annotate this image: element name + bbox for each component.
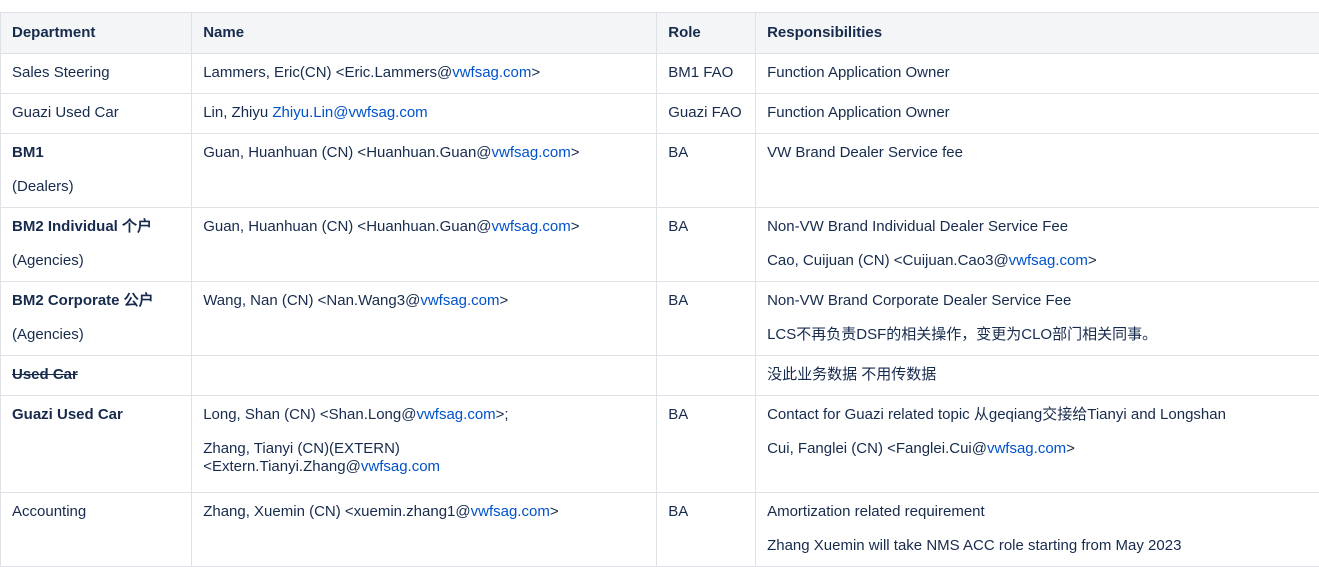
table-row: Guazi Used Car Lin, Zhiyu Zhiyu.Lin@vwfs…: [1, 94, 1319, 134]
email-link[interactable]: Zhiyu.Lin@vwfsag.com: [272, 104, 427, 121]
name-cell: Wang, Nan (CN) <Nan.Wang3@vwfsag.com>: [192, 282, 657, 356]
name-cell: Guan, Huanhuan (CN) <Huanhuan.Guan@vwfsa…: [192, 208, 657, 282]
department-cell: BM1 (Dealers): [1, 134, 192, 208]
email-link[interactable]: vwfsag.com: [361, 458, 440, 475]
department-cell: BM2 Individual 个户 (Agencies): [1, 208, 192, 282]
table-row: BM2 Corporate 公户 (Agencies) Wang, Nan (C…: [1, 282, 1319, 356]
responsibilities-cell: Function Application Owner: [756, 94, 1319, 134]
email-link[interactable]: vwfsag.com: [452, 64, 531, 81]
name-cell: Lin, Zhiyu Zhiyu.Lin@vwfsag.com: [192, 94, 657, 134]
name-cell: [192, 356, 657, 396]
role-cell: [657, 356, 756, 396]
department-cell: Used Car: [1, 356, 192, 396]
table-header-row: Department Name Role Responsibilities: [1, 13, 1319, 54]
email-link[interactable]: vwfsag.com: [1009, 252, 1088, 269]
table-row: Sales Steering Lammers, Eric(CN) <Eric.L…: [1, 54, 1319, 94]
role-cell: BA: [657, 208, 756, 282]
role-cell: BA: [657, 282, 756, 356]
department-cell: Accounting: [1, 493, 192, 567]
responsibilities-cell: VW Brand Dealer Service fee: [756, 134, 1319, 208]
table-row: Accounting Zhang, Xuemin (CN) <xuemin.zh…: [1, 493, 1319, 567]
department-cell: Guazi Used Car: [1, 94, 192, 134]
header-department[interactable]: Department: [1, 13, 192, 54]
role-cell: BA: [657, 396, 756, 493]
role-cell: BA: [657, 493, 756, 567]
email-link[interactable]: vwfsag.com: [416, 406, 495, 423]
responsibilities-cell: Amortization related requirement Zhang X…: [756, 493, 1319, 567]
department-cell: Sales Steering: [1, 54, 192, 94]
table-row: Guazi Used Car Long, Shan (CN) <Shan.Lon…: [1, 396, 1319, 493]
email-link[interactable]: vwfsag.com: [987, 440, 1066, 457]
responsibilities-cell: Contact for Guazi related topic 从geqiang…: [756, 396, 1319, 493]
department-cell: BM2 Corporate 公户 (Agencies): [1, 282, 192, 356]
email-link[interactable]: vwfsag.com: [492, 144, 571, 161]
table-row: BM2 Individual 个户 (Agencies) Guan, Huanh…: [1, 208, 1319, 282]
role-cell: Guazi FAO: [657, 94, 756, 134]
email-link[interactable]: vwfsag.com: [492, 218, 571, 235]
header-role[interactable]: Role: [657, 13, 756, 54]
responsibilities-cell: 没此业务数据 不用传数据: [756, 356, 1319, 396]
email-link[interactable]: vwfsag.com: [471, 503, 550, 520]
role-cell: BM1 FAO: [657, 54, 756, 94]
name-cell: Long, Shan (CN) <Shan.Long@vwfsag.com>; …: [192, 396, 657, 493]
responsibilities-cell: Function Application Owner: [756, 54, 1319, 94]
name-cell: Zhang, Xuemin (CN) <xuemin.zhang1@vwfsag…: [192, 493, 657, 567]
responsibility-table: Department Name Role Responsibilities Sa…: [0, 12, 1319, 567]
name-cell: Lammers, Eric(CN) <Eric.Lammers@vwfsag.c…: [192, 54, 657, 94]
responsibilities-cell: Non-VW Brand Corporate Dealer Service Fe…: [756, 282, 1319, 356]
department-cell: Guazi Used Car: [1, 396, 192, 493]
header-name[interactable]: Name: [192, 13, 657, 54]
header-responsibilities[interactable]: Responsibilities: [756, 13, 1319, 54]
responsibilities-cell: Non-VW Brand Individual Dealer Service F…: [756, 208, 1319, 282]
role-cell: BA: [657, 134, 756, 208]
table-row: BM1 (Dealers) Guan, Huanhuan (CN) <Huanh…: [1, 134, 1319, 208]
name-cell: Guan, Huanhuan (CN) <Huanhuan.Guan@vwfsa…: [192, 134, 657, 208]
email-link[interactable]: vwfsag.com: [420, 292, 499, 309]
table-row: Used Car 没此业务数据 不用传数据: [1, 356, 1319, 396]
